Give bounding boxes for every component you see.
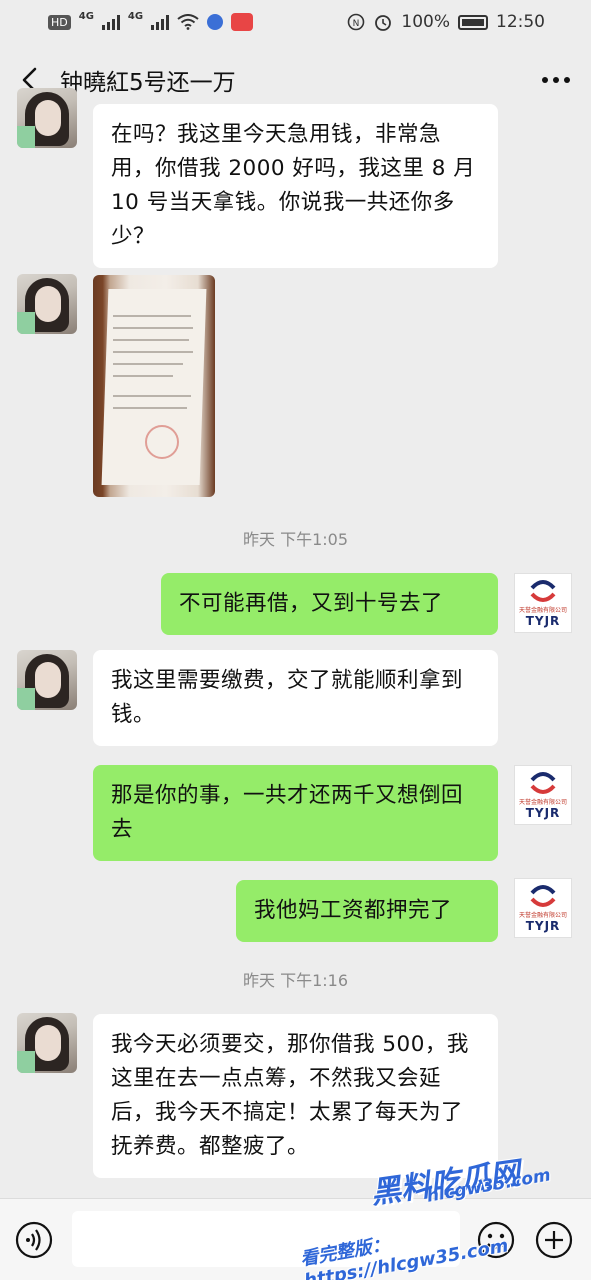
svg-text:N: N	[353, 19, 360, 29]
user-avatar[interactable]: 天誉金融有限公司 TYJR	[514, 878, 572, 938]
message-bubble-incoming[interactable]: 我这里需要缴费，交了就能顺利拿到钱。	[93, 650, 498, 746]
network-label-2: 4G	[127, 10, 144, 22]
tyjr-logo-icon	[530, 580, 556, 602]
message-bubble-outgoing[interactable]: 不可能再借，又到十号去了	[161, 573, 498, 635]
battery-icon	[458, 14, 488, 30]
user-avatar[interactable]: 天誉金融有限公司 TYJR	[514, 573, 572, 633]
contact-avatar[interactable]	[17, 650, 77, 710]
document-photo-message[interactable]	[93, 275, 215, 497]
music-app-icon	[207, 14, 224, 30]
clock: 12:50	[496, 12, 545, 32]
tyjr-label: TYJR	[525, 919, 561, 933]
timestamp: 昨天 下午1:05	[242, 530, 349, 549]
contact-avatar[interactable]	[17, 274, 77, 334]
network-label-1: 4G	[78, 10, 94, 22]
alarm-icon	[375, 15, 392, 31]
hd-badge: HD	[48, 14, 71, 30]
signal-icon-2	[151, 14, 170, 30]
tyjr-cn-label: 天誉金融有限公司	[518, 912, 567, 919]
emoji-icon[interactable]	[476, 1220, 516, 1260]
plus-icon[interactable]	[534, 1220, 574, 1260]
more-options-icon[interactable]	[521, 44, 591, 116]
signal-icon	[101, 14, 120, 30]
timestamp: 昨天 下午1:16	[242, 971, 349, 990]
message-bubble-outgoing[interactable]: 那是你的事，一共才还两千又想倒回去	[93, 765, 498, 861]
status-right: N 100% 12:50	[347, 12, 545, 32]
nfc-icon: N	[348, 13, 365, 31]
tyjr-label: TYJR	[525, 614, 561, 628]
message-bubble-incoming[interactable]: 在吗？我这里今天急用钱，非常急用，你借我 2000 好吗，我这里 8 月 10 …	[93, 104, 498, 268]
tyjr-logo-icon	[530, 772, 556, 794]
tyjr-cn-label: 天誉金融有限公司	[518, 607, 567, 614]
contact-avatar[interactable]	[17, 88, 77, 148]
status-bar: HD 4G 4G N 100% 12:50	[0, 0, 591, 44]
voice-input-icon[interactable]	[14, 1220, 54, 1260]
tyjr-label: TYJR	[525, 806, 561, 820]
message-bubble-incoming[interactable]: 我今天必须要交，那你借我 500，我这里在去一点点筹，不然我又会延后，我今天不搞…	[93, 1014, 498, 1178]
app-notification-icon	[231, 13, 254, 31]
contact-avatar[interactable]	[17, 1013, 77, 1073]
chat-title: 钟曉紅5号还一万	[60, 70, 236, 96]
status-left: HD 4G 4G	[48, 10, 254, 31]
message-input[interactable]	[72, 1211, 460, 1267]
input-bar	[0, 1198, 591, 1280]
battery-percent: 100%	[401, 12, 450, 32]
user-avatar[interactable]: 天誉金融有限公司 TYJR	[514, 765, 572, 825]
message-bubble-outgoing[interactable]: 我他妈工资都押完了	[236, 880, 498, 942]
wifi-icon	[177, 14, 199, 30]
tyjr-logo-icon	[530, 885, 556, 907]
tyjr-cn-label: 天誉金融有限公司	[518, 799, 567, 806]
